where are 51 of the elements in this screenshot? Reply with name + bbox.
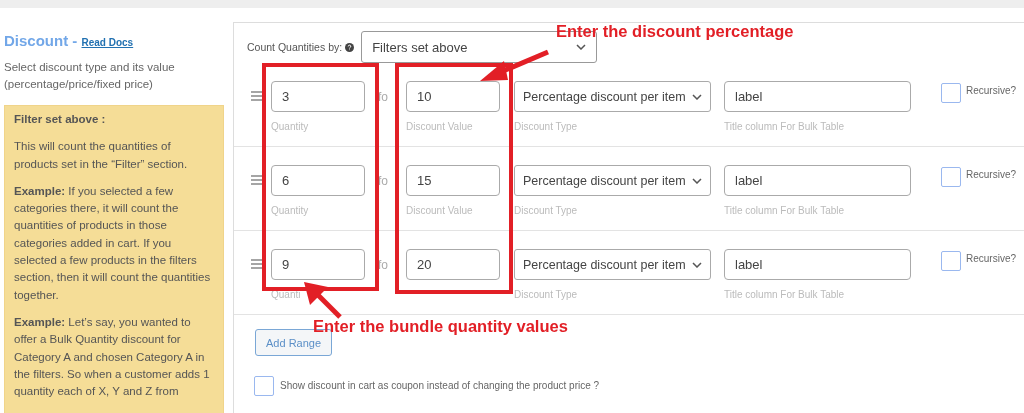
for-label: fo [378, 174, 389, 188]
field-label: Discount Type [514, 121, 579, 133]
annotation-arrow [302, 281, 342, 319]
discount-type-select[interactable]: Percentage discount per item [514, 81, 711, 112]
recursive-label: Recursive? [966, 253, 1017, 264]
field-label: Discount Type [514, 205, 579, 217]
recursive-label: Recursive? [966, 169, 1017, 180]
for-label: fo [378, 90, 389, 104]
count-by-label: Count Quantities by: [247, 41, 343, 53]
for-label: fo [378, 258, 389, 272]
recursive-checkbox[interactable] [941, 251, 961, 271]
help-paragraph: Example: Let’s say, you wanted to offer a Bulk Quantity discount for Category A and chosen Category A in the filters. So when a customer adds 1 quantity each of X, Y and Z from [14, 314, 211, 400]
coupon-checkbox[interactable] [254, 376, 274, 396]
field-label: Quantity [271, 205, 310, 217]
field-label: Title column For Bulk Table [724, 289, 846, 301]
section-description: Select discount type and its value (percentage/price/fixed price) [4, 60, 176, 92]
caret-icon [692, 93, 702, 100]
field-label: Title column For Bulk Table [724, 121, 846, 133]
field-label: Quantity [271, 121, 310, 133]
discount-value-field[interactable]: 10 [406, 81, 500, 112]
read-docs-link[interactable]: Read Docs [81, 37, 134, 48]
title-field[interactable]: label [724, 81, 911, 112]
quantity-field[interactable]: 6 [271, 165, 365, 196]
help-paragraph: Example: If you selected a few categories there, it will count the quantities of products in those categories added in cart. If you selected a few products in the filters section, then it will count the quantities together. [14, 183, 211, 303]
help-heading: Filter set above : [14, 112, 107, 127]
recursive-label: Recursive? [966, 85, 1017, 96]
recursive-checkbox[interactable] [941, 83, 961, 103]
title-field[interactable]: label [724, 165, 911, 196]
help-paragraph: This will count the quantities of products set in the “Filter” section. [14, 139, 189, 172]
section-title: Discount - [4, 32, 79, 49]
drag-handle-icon[interactable] [251, 91, 263, 101]
caret-icon [692, 261, 702, 268]
discount-type-select[interactable]: Percentage discount per item [514, 165, 711, 196]
discount-type-select[interactable]: Percentage discount per item [514, 249, 711, 280]
drag-handle-icon[interactable] [251, 259, 263, 269]
quantity-field[interactable]: 9 [271, 249, 365, 280]
caret-icon [692, 177, 702, 184]
field-label: Discount Value [406, 205, 474, 217]
title-field[interactable]: label [724, 249, 911, 280]
annotation-arrow [478, 48, 550, 84]
quantity-field[interactable]: 3 [271, 81, 365, 112]
caret-icon [576, 44, 587, 50]
field-label: Discount Value [406, 121, 474, 133]
field-label: Title column For Bulk Table [724, 205, 846, 217]
help-icon[interactable] [345, 42, 355, 52]
drag-handle-icon[interactable] [251, 175, 263, 185]
recursive-checkbox[interactable] [941, 167, 961, 187]
discount-value-field[interactable]: 20 [406, 249, 500, 280]
coupon-label: Show discount in cart as coupon instead of changing the product price ? [280, 379, 600, 391]
field-label: Discount Type [514, 289, 579, 301]
discount-value-field[interactable]: 15 [406, 165, 500, 196]
